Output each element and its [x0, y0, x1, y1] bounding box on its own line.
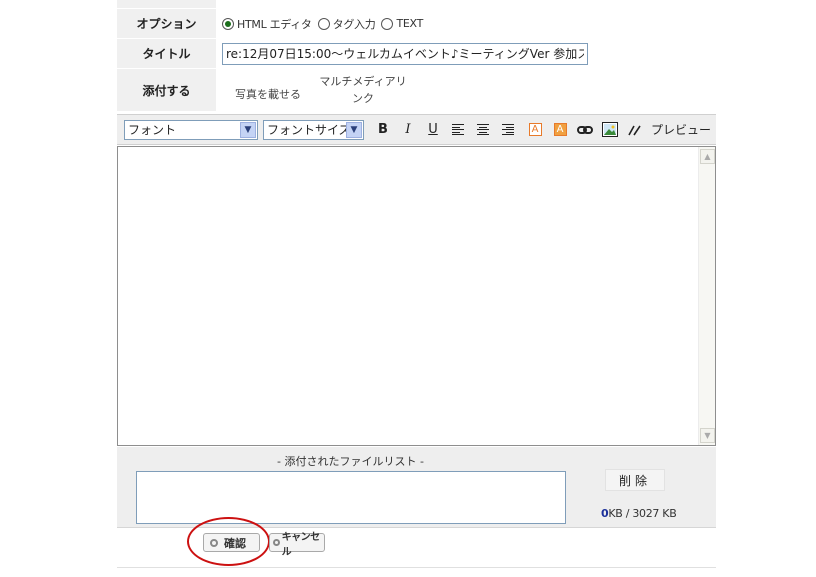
align-center-icon [477, 124, 489, 135]
title-label: タイトル [117, 39, 216, 68]
form-top-label [117, 0, 216, 8]
attach-label: 添付する [117, 69, 216, 111]
post-form: オプション HTML エディタ タグ入力 TEXT タイトル 添付する 写真を載… [117, 0, 716, 112]
editor-area[interactable]: ▲ ▼ [117, 146, 716, 446]
form-row-top [117, 0, 716, 9]
chevron-down-icon[interactable]: ▼ [240, 121, 256, 138]
attached-files-title: - 添付されたファイルリスト - [277, 455, 424, 468]
editor-toolbar: フォント ▼ フォントサイズ ▼ B I U A A プレビュー [117, 114, 716, 145]
size-total: KB / 3027 KB [608, 507, 677, 520]
attach-photo-link[interactable]: 写真を載せる [235, 86, 301, 102]
scroll-up-icon[interactable]: ▲ [700, 149, 715, 164]
text-color-button[interactable]: A [524, 120, 546, 140]
radio-dot[interactable] [317, 17, 330, 30]
title-row: タイトル [117, 39, 716, 69]
radio-dot-selected[interactable] [222, 17, 234, 30]
align-right-button[interactable] [497, 120, 519, 140]
attach-row: 添付する 写真を載せる マルチメディアリンク [117, 69, 716, 112]
image-icon [602, 122, 618, 137]
cancel-button[interactable]: キャンセル [269, 532, 325, 558]
chevron-down-icon[interactable]: ▼ [346, 121, 362, 138]
radio-tag-input[interactable]: タグ入力 [317, 16, 376, 32]
radio-text[interactable]: TEXT [381, 17, 423, 30]
bold-button[interactable]: B [372, 120, 394, 140]
link-button[interactable] [574, 120, 596, 140]
highlight-color-icon: A [553, 123, 567, 136]
attach-multimedia-link[interactable]: マルチメディアリンク [317, 73, 409, 107]
italic-button[interactable]: I [397, 120, 419, 140]
scroll-down-icon[interactable]: ▼ [700, 428, 715, 443]
highlight-color-button[interactable]: A [549, 120, 571, 140]
link-icon [577, 125, 593, 134]
editor-scrollbar[interactable]: ▲ ▼ [698, 147, 715, 445]
option-row: オプション HTML エディタ タグ入力 TEXT [117, 9, 716, 39]
align-right-icon [502, 124, 514, 135]
title-input[interactable] [222, 42, 588, 65]
align-left-button[interactable] [447, 120, 469, 140]
align-center-button[interactable] [472, 120, 494, 140]
bullet-icon [210, 538, 218, 547]
radio-dot[interactable] [381, 17, 394, 30]
underline-button[interactable]: U [422, 120, 444, 140]
font-size-select[interactable]: フォントサイズ ▼ [263, 119, 364, 140]
attached-files-list[interactable] [136, 471, 566, 524]
option-label: オプション [117, 9, 216, 38]
pen-icon [628, 125, 641, 135]
confirm-button[interactable]: 確認 [203, 533, 260, 552]
file-size-info: 0KB / 3027 KB [601, 507, 677, 520]
bottom-divider [117, 567, 716, 568]
image-button[interactable] [599, 120, 621, 140]
font-select[interactable]: フォント ▼ [124, 119, 258, 140]
preview-button[interactable]: プレビュー [651, 121, 711, 138]
delete-button[interactable]: 削除 [605, 469, 665, 491]
bullet-icon [273, 539, 280, 546]
attached-files-panel: - 添付されたファイルリスト - 削除 0KB / 3027 KB [117, 447, 716, 528]
radio-html-editor[interactable]: HTML エディタ [222, 16, 312, 32]
draw-button[interactable] [624, 120, 646, 140]
align-left-icon [452, 124, 464, 135]
text-color-icon: A [528, 123, 542, 136]
